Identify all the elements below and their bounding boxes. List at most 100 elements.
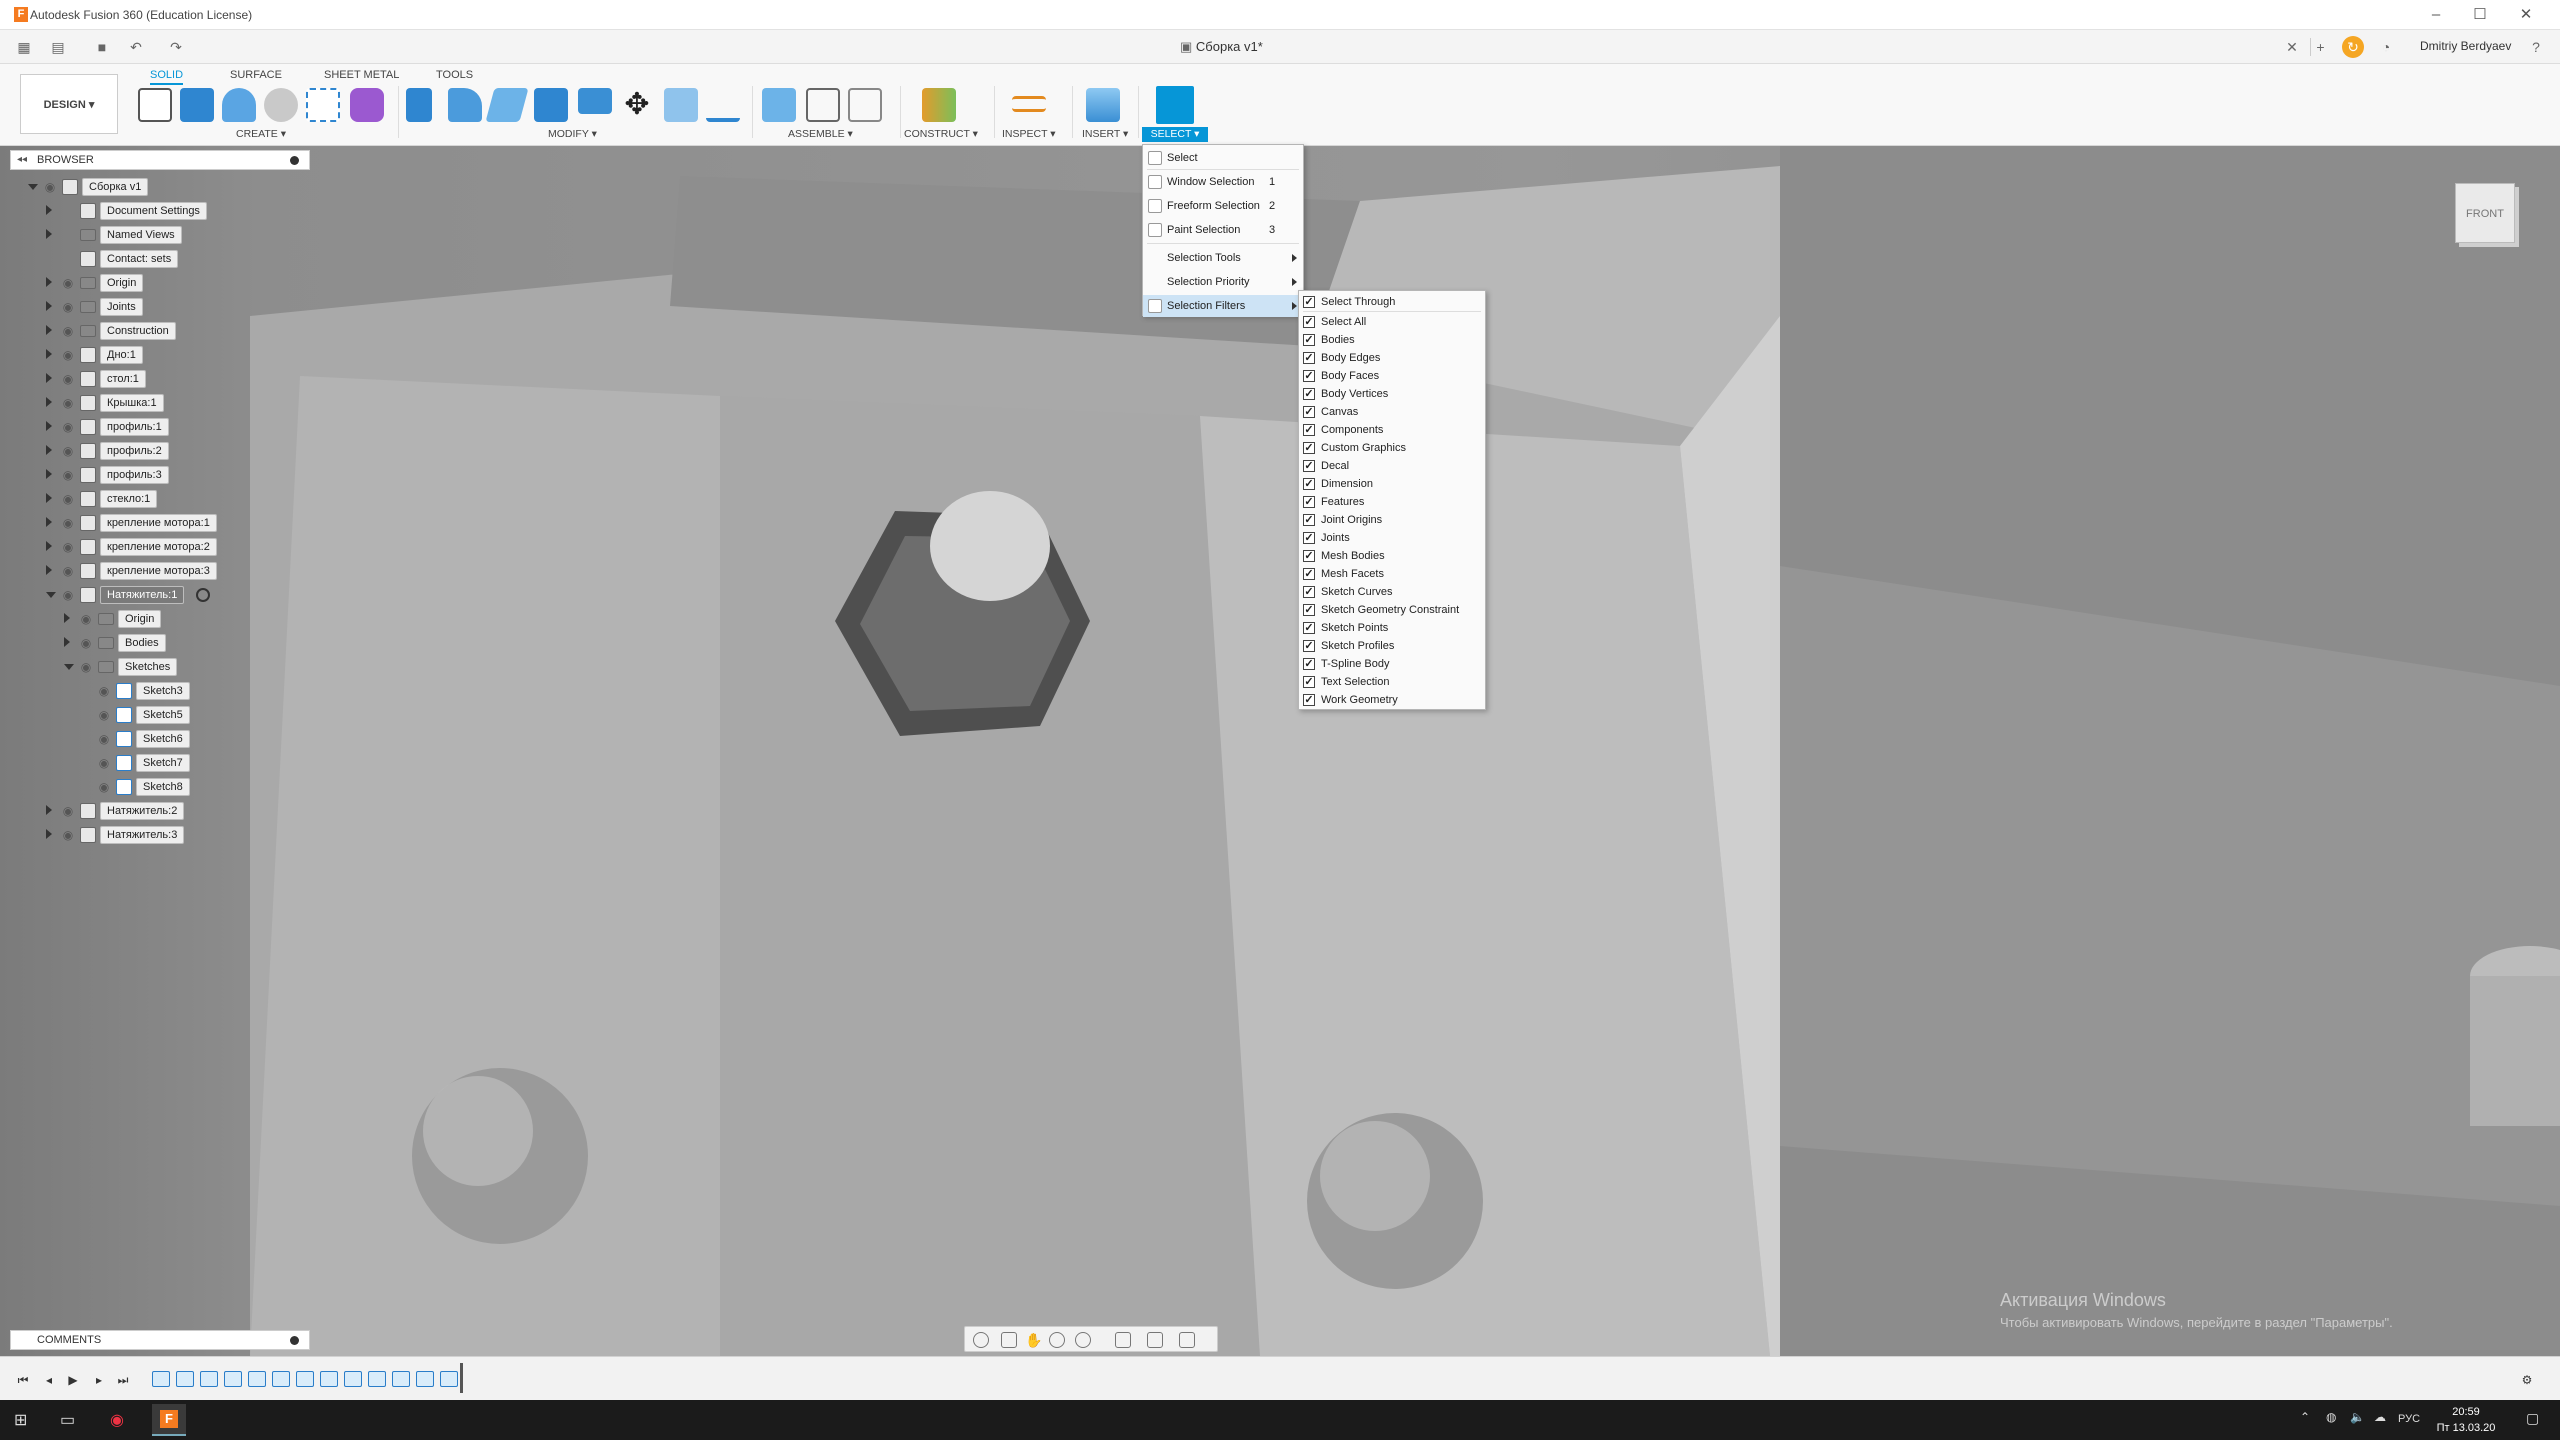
timeline-feature-icon[interactable] <box>368 1371 386 1387</box>
scale-icon[interactable] <box>664 88 698 122</box>
visibility-eye-icon[interactable]: ◉ <box>60 492 76 506</box>
selection-filter-item[interactable]: ✓ Body Vertices <box>1299 385 1485 403</box>
language-indicator[interactable]: РУС <box>2398 1413 2420 1425</box>
selection-filter-item[interactable]: ✓ Sketch Points <box>1299 619 1485 637</box>
selection-filter-item[interactable]: ✓ Features <box>1299 493 1485 511</box>
chrome-icon[interactable]: ◉ <box>110 1410 124 1430</box>
fillet-icon[interactable] <box>448 88 482 122</box>
look-at-icon[interactable] <box>1001 1332 1017 1348</box>
visibility-eye-icon[interactable]: ◉ <box>60 348 76 362</box>
filter-checkbox[interactable]: ✓ <box>1303 658 1315 670</box>
timeline-marker[interactable] <box>460 1363 463 1393</box>
system-clock[interactable]: 20:59 Пт 13.03.20 <box>2436 1404 2496 1436</box>
task-view-icon[interactable]: ▭ <box>60 1410 75 1430</box>
combine-icon[interactable] <box>578 88 612 114</box>
visibility-eye-icon[interactable]: ◉ <box>96 756 112 770</box>
expand-toggle-icon[interactable] <box>46 397 52 407</box>
close-tab-icon[interactable]: ✕ <box>2282 38 2302 56</box>
selection-filter-item[interactable]: ✓ Body Faces <box>1299 367 1485 385</box>
filter-checkbox[interactable]: ✓ <box>1303 694 1315 706</box>
filter-checkbox[interactable]: ✓ <box>1303 334 1315 346</box>
job-status-icon[interactable]: ↻ <box>2342 36 2364 58</box>
volume-icon[interactable]: 🔈 <box>2350 1410 2365 1424</box>
inspect-group-label[interactable]: INSPECT ▾ <box>1002 128 1056 140</box>
comments-pin-icon[interactable] <box>290 1336 299 1345</box>
timeline-feature-icon[interactable] <box>296 1371 314 1387</box>
filter-checkbox[interactable]: ✓ <box>1303 496 1315 508</box>
selection-filter-item[interactable]: ✓ Text Selection <box>1299 673 1485 691</box>
selection-filter-item[interactable]: ✓ Canvas <box>1299 403 1485 421</box>
user-name[interactable]: Dmitriy Berdyaev <box>2420 39 2511 53</box>
expand-toggle-icon[interactable] <box>46 325 52 335</box>
expand-toggle-icon[interactable] <box>64 613 70 623</box>
collapse-chevron-icon[interactable]: ◂◂ <box>17 151 27 169</box>
filter-checkbox[interactable]: ✓ <box>1303 640 1315 652</box>
visibility-eye-icon[interactable]: ◉ <box>60 564 76 578</box>
timeline-feature-icon[interactable] <box>440 1371 458 1387</box>
visibility-eye-icon[interactable]: ◉ <box>60 372 76 386</box>
select-menu-item[interactable]: Selection Priority <box>1143 271 1303 293</box>
filter-checkbox[interactable]: ✓ <box>1303 424 1315 436</box>
tray-chevron-icon[interactable]: ⌃ <box>2300 1410 2310 1424</box>
visibility-eye-icon[interactable]: ◉ <box>96 732 112 746</box>
expand-toggle-icon[interactable] <box>46 565 52 575</box>
timeline-feature-icon[interactable] <box>344 1371 362 1387</box>
selection-filter-item[interactable]: ✓ Sketch Geometry Constraint <box>1299 601 1485 619</box>
play-icon[interactable]: ▶ <box>66 1373 80 1387</box>
shell-icon[interactable] <box>534 88 568 122</box>
visibility-eye-icon[interactable]: ◉ <box>60 396 76 410</box>
expand-toggle-icon[interactable] <box>46 373 52 383</box>
visibility-eye-icon[interactable]: ◉ <box>60 828 76 842</box>
filter-checkbox[interactable]: ✓ <box>1303 514 1315 526</box>
selection-filter-item[interactable]: ✓ Work Geometry <box>1299 691 1485 709</box>
visibility-eye-icon[interactable]: ◉ <box>96 780 112 794</box>
press-pull-icon[interactable] <box>406 88 432 122</box>
new-tab-icon[interactable]: + <box>2310 38 2330 56</box>
expand-toggle-icon[interactable] <box>46 805 52 815</box>
align-icon[interactable] <box>706 88 740 122</box>
insert-image-icon[interactable] <box>1086 88 1120 122</box>
measure-icon[interactable] <box>1012 96 1046 112</box>
pattern-icon[interactable] <box>306 88 340 122</box>
visibility-eye-icon[interactable]: ◉ <box>60 276 76 290</box>
expand-toggle-icon[interactable] <box>64 637 70 647</box>
selection-filter-item[interactable]: ✓ Select All <box>1299 313 1485 331</box>
filter-checkbox[interactable]: ✓ <box>1303 568 1315 580</box>
redo-icon[interactable]: ↷ <box>166 38 186 56</box>
fusion-taskbar-icon[interactable]: F <box>152 1404 186 1436</box>
selection-filter-item[interactable]: ✓ Joint Origins <box>1299 511 1485 529</box>
joint-icon[interactable] <box>806 88 840 122</box>
cloud-icon[interactable]: ☁ <box>2374 1410 2386 1424</box>
expand-toggle-icon[interactable] <box>46 541 52 551</box>
maximize-button[interactable]: ☐ <box>2458 4 2502 26</box>
expand-toggle-icon[interactable] <box>46 517 52 527</box>
expand-toggle-icon[interactable] <box>46 592 56 598</box>
save-icon[interactable]: ■ <box>92 38 112 56</box>
timeline-feature-icon[interactable] <box>320 1371 338 1387</box>
step-forward-icon[interactable]: ▸ <box>92 1373 106 1387</box>
visibility-eye-icon[interactable]: ◉ <box>60 804 76 818</box>
visibility-eye-icon[interactable]: ◉ <box>42 180 58 194</box>
grid-settings-icon[interactable] <box>1147 1332 1163 1348</box>
filter-checkbox[interactable]: ✓ <box>1303 550 1315 562</box>
comments-header[interactable]: COMMENTS <box>10 1330 310 1350</box>
visibility-eye-icon[interactable]: ◉ <box>60 300 76 314</box>
offset-plane-icon[interactable] <box>922 88 956 122</box>
visibility-eye-icon[interactable]: ◉ <box>78 612 94 626</box>
filter-checkbox[interactable]: ✓ <box>1303 622 1315 634</box>
timeline-feature-icon[interactable] <box>224 1371 242 1387</box>
timeline-feature-icon[interactable] <box>248 1371 266 1387</box>
select-menu-item[interactable]: Paint Selection 3 <box>1143 219 1303 241</box>
create-form-icon[interactable] <box>350 88 384 122</box>
construct-group-label[interactable]: CONSTRUCT ▾ <box>904 128 978 140</box>
selection-filter-item[interactable]: ✓ Decal <box>1299 457 1485 475</box>
insert-group-label[interactable]: INSERT ▾ <box>1082 128 1128 140</box>
visibility-eye-icon[interactable]: ◉ <box>60 516 76 530</box>
file-menu-icon[interactable]: ▤ <box>48 38 68 56</box>
select-tool-button[interactable] <box>1156 86 1194 124</box>
selection-filter-item[interactable]: ✓ Select Through <box>1299 293 1485 311</box>
expand-toggle-icon[interactable] <box>46 829 52 839</box>
move-copy-icon[interactable]: ✥ <box>620 88 654 122</box>
expand-toggle-icon[interactable] <box>46 277 52 287</box>
visibility-eye-icon[interactable]: ◉ <box>96 708 112 722</box>
